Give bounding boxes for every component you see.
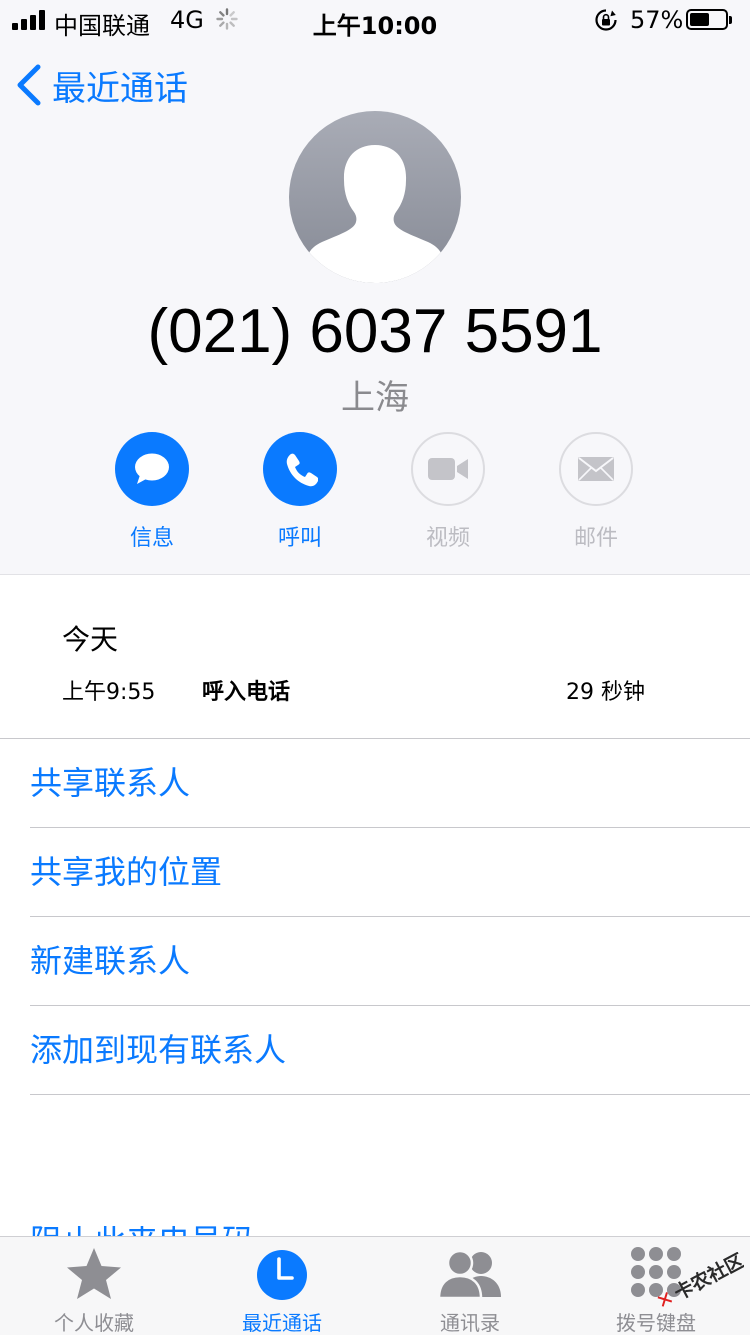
watermark-logo: ✕ 卡农社区 xyxy=(652,1252,744,1312)
tab-label: 个人收藏 xyxy=(54,1311,134,1335)
share-contact-item[interactable]: 共享联系人 xyxy=(30,739,750,827)
battery-icon xyxy=(686,9,732,30)
back-button[interactable]: 最近通话 xyxy=(14,60,188,110)
message-action-button[interactable]: 信息 xyxy=(92,432,212,552)
avatar xyxy=(289,111,461,283)
call-time: 上午9:55 xyxy=(62,680,156,705)
tab-label: 最近通话 xyxy=(242,1311,322,1335)
battery-percent: 57% xyxy=(630,6,684,34)
call-action-label: 呼叫 xyxy=(277,526,322,551)
video-camera-icon xyxy=(428,458,468,480)
tab-favorites[interactable]: 个人收藏 xyxy=(0,1237,188,1335)
divider xyxy=(30,1094,750,1095)
star-icon xyxy=(67,1248,121,1299)
history-date: 今天 xyxy=(62,623,119,656)
tab-bar: 个人收藏 最近通话 通讯录 拨号键盘 xyxy=(0,1236,750,1335)
clock-icon xyxy=(257,1250,307,1300)
person-silhouette-icon xyxy=(289,111,461,283)
add-to-existing-contact-item[interactable]: 添加到现有联系人 xyxy=(30,1006,750,1094)
call-duration: 29 秒钟 xyxy=(566,680,645,705)
call-action-button[interactable]: 呼叫 xyxy=(240,432,360,552)
call-action-circle[interactable] xyxy=(263,432,337,506)
back-label: 最近通话 xyxy=(52,68,188,109)
phone-number: (021) 6037 5591 xyxy=(147,297,603,366)
share-location-item[interactable]: 共享我的位置 xyxy=(30,828,750,916)
rotation-lock-icon xyxy=(595,9,617,31)
contacts-icon xyxy=(437,1249,501,1300)
status-bar: 中国联通 4G 上午10:00 57% xyxy=(0,0,750,40)
video-action-circle[interactable] xyxy=(411,432,485,506)
tab-contacts[interactable]: 通讯录 xyxy=(376,1237,564,1335)
mail-action-label: 邮件 xyxy=(573,526,618,551)
video-action-button[interactable]: 视频 xyxy=(388,432,508,552)
message-bubble-icon xyxy=(135,453,169,484)
tab-recents[interactable]: 最近通话 xyxy=(188,1237,376,1335)
new-contact-item[interactable]: 新建联系人 xyxy=(30,917,750,1005)
tab-label: 通讯录 xyxy=(440,1311,500,1335)
message-action-circle[interactable] xyxy=(115,432,189,506)
mail-action-circle[interactable] xyxy=(559,432,633,506)
phone-handset-icon xyxy=(286,453,318,487)
svg-text:卡农社区: 卡农社区 xyxy=(670,1252,744,1305)
envelope-icon xyxy=(578,457,614,481)
chevron-left-icon xyxy=(17,64,41,106)
call-type: 呼入电话 xyxy=(202,680,291,705)
video-action-label: 视频 xyxy=(425,526,470,551)
message-action-label: 信息 xyxy=(129,526,174,551)
caller-location: 上海 xyxy=(341,378,409,418)
mail-action-button[interactable]: 邮件 xyxy=(536,432,656,552)
